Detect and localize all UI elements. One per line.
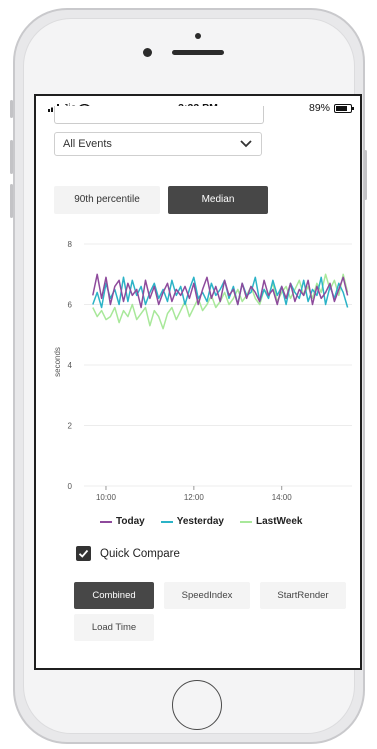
volume-down-button	[10, 184, 13, 218]
front-camera	[143, 48, 152, 57]
compare-loadtime-button[interactable]: Load Time	[74, 614, 154, 641]
y-axis-label: seconds	[53, 347, 62, 377]
x-tick-label: 12:00	[184, 493, 205, 502]
legend-swatch	[100, 520, 112, 523]
legend-label: Yesterday	[176, 516, 224, 527]
legend-item-lastweek: LastWeek	[239, 516, 303, 527]
battery-percent: 89%	[308, 102, 330, 114]
compare-speedindex-button[interactable]: SpeedIndex	[164, 582, 250, 609]
volume-up-button	[10, 140, 13, 174]
quick-compare-label: Quick Compare	[100, 547, 180, 560]
y-tick-label: 8	[68, 240, 73, 249]
power-button	[364, 150, 367, 200]
x-tick-label: 14:00	[272, 493, 293, 502]
legend-label: LastWeek	[255, 516, 303, 527]
compare-startrender-button[interactable]: StartRender	[260, 582, 346, 609]
compare-combined-button[interactable]: Combined	[74, 582, 154, 609]
battery-icon	[334, 103, 354, 113]
side-button	[10, 100, 13, 118]
y-tick-label: 0	[68, 482, 73, 491]
events-select-value: All Events	[63, 138, 112, 150]
quick-compare-toggle[interactable]: Quick Compare	[76, 546, 180, 561]
y-tick-label: 2	[68, 422, 73, 431]
x-tick-label: 10:00	[96, 493, 117, 502]
earpiece-speaker	[172, 50, 224, 55]
chevron-down-icon	[240, 140, 252, 148]
proximity-sensor	[195, 33, 201, 39]
legend-label: Today	[116, 516, 145, 527]
app-screen: Jio 3:33 PM 89% All Events 90th percenti…	[34, 94, 362, 670]
legend-swatch	[239, 520, 252, 523]
events-select[interactable]: All Events	[54, 132, 262, 156]
chart-legend: Today Yesterday LastWeek	[100, 516, 303, 527]
y-tick-label: 4	[68, 361, 73, 370]
home-button[interactable]	[172, 680, 222, 730]
median-seconds-chart: 0 2 4 6 8 10:00 12:00 14:00 seconds	[53, 240, 352, 502]
legend-swatch	[160, 520, 173, 523]
legend-item-today: Today	[100, 516, 145, 527]
quick-compare-checkbox[interactable]	[76, 546, 91, 561]
y-tick-label: 6	[68, 301, 73, 310]
tab-90th-percentile[interactable]: 90th percentile	[54, 186, 160, 214]
tab-median[interactable]: Median	[168, 186, 268, 214]
checkmark-icon	[78, 549, 89, 558]
previous-filter-select[interactable]	[54, 106, 264, 124]
legend-item-yesterday: Yesterday	[160, 516, 224, 527]
status-right: 89%	[308, 102, 354, 114]
